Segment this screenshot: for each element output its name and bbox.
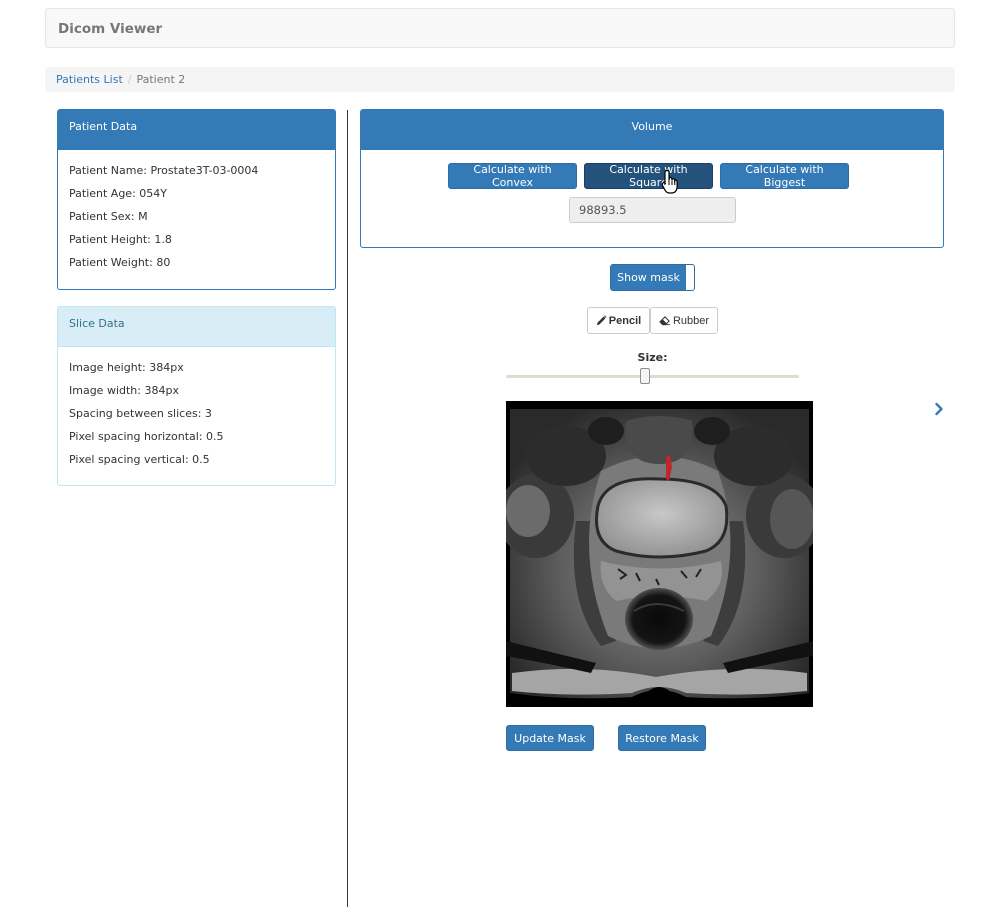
show-mask-label: Show mask [611, 265, 686, 290]
calculate-biggest-button[interactable]: Calculate with Biggest [720, 163, 849, 189]
show-mask-toggle[interactable]: Show mask [610, 264, 695, 291]
patient-age: Patient Age: 054Y [69, 187, 167, 200]
pencil-icon [596, 315, 607, 326]
patient-sex: Patient Sex: M [69, 210, 148, 223]
breadcrumb-separator: / [127, 73, 132, 86]
volume-title: Volume [361, 110, 943, 150]
pixel-spacing-vertical: Pixel spacing vertical: 0.5 [69, 453, 210, 466]
spacing-between-slices: Spacing between slices: 3 [69, 407, 212, 420]
eraser-icon [659, 316, 670, 326]
image-height: Image height: 384px [69, 361, 184, 374]
dicom-image-canvas[interactable] [506, 401, 813, 707]
patient-height: Patient Height: 1.8 [69, 233, 172, 246]
navbar: Dicom Viewer [45, 8, 955, 48]
pencil-tool-label: Pencil [608, 314, 642, 327]
pixel-spacing-horizontal: Pixel spacing horizontal: 0.5 [69, 430, 224, 443]
image-width: Image width: 384px [69, 384, 179, 397]
slice-data-title: Slice Data [58, 307, 335, 347]
column-divider [347, 110, 348, 907]
restore-mask-button[interactable]: Restore Mask [618, 725, 706, 751]
pencil-tool-button[interactable]: Pencil [587, 307, 650, 334]
breadcrumb-current: Patient 2 [136, 73, 186, 86]
chevron-right-icon[interactable] [933, 402, 945, 416]
size-slider-handle[interactable] [640, 368, 650, 384]
hand-cursor-icon [661, 169, 678, 194]
patient-data-panel: Patient Data Patient Name: Prostate3T-03… [57, 109, 336, 290]
rubber-tool-button[interactable]: Rubber [650, 307, 718, 334]
size-label: Size: [637, 351, 668, 364]
slice-data-panel: Slice Data Image height: 384px Image wid… [57, 306, 336, 486]
volume-value-field[interactable]: 98893.5 [569, 197, 736, 223]
patient-data-title: Patient Data [58, 110, 335, 150]
app-title[interactable]: Dicom Viewer [58, 21, 162, 37]
update-mask-button[interactable]: Update Mask [506, 725, 594, 751]
breadcrumb-patients-list[interactable]: Patients List [56, 73, 123, 86]
size-slider-track[interactable] [506, 375, 799, 378]
calculate-convex-button[interactable]: Calculate with Convex [448, 163, 577, 189]
calculate-square-button[interactable]: Calculate with Square [584, 163, 713, 189]
patient-weight: Patient Weight: 80 [69, 256, 171, 269]
patient-name: Patient Name: Prostate3T-03-0004 [69, 164, 259, 177]
rubber-tool-label: Rubber [672, 314, 710, 327]
breadcrumb: Patients List / Patient 2 [45, 67, 955, 92]
